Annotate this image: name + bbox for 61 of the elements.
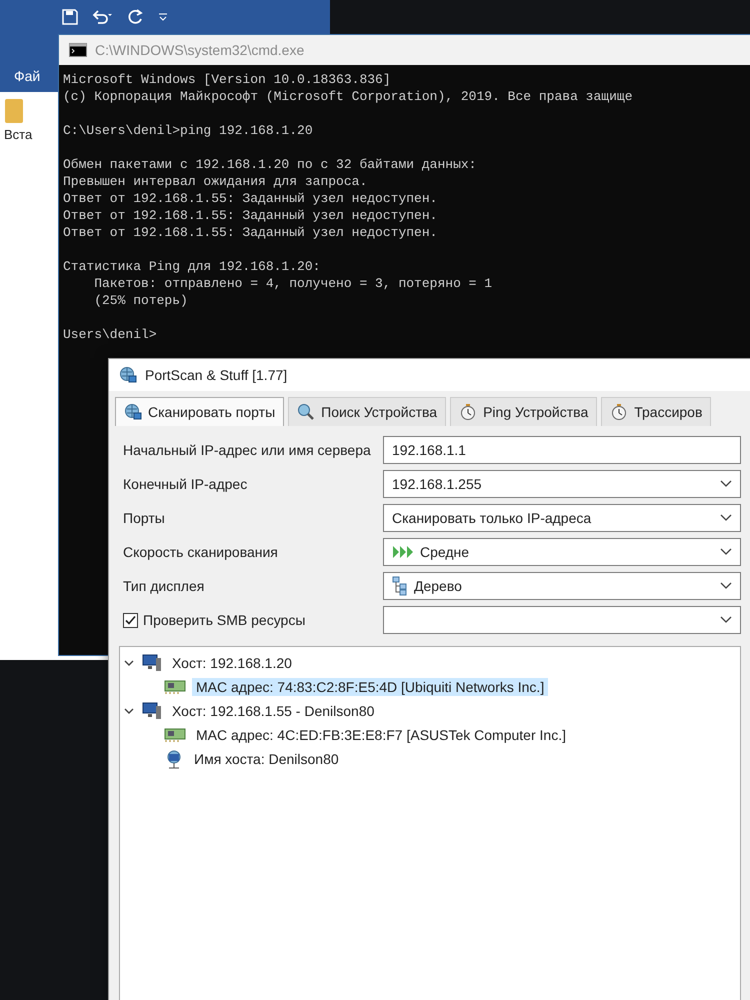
tree-view-icon (392, 576, 408, 596)
checkbox-label[interactable]: Проверить SMB ресурсы (143, 612, 306, 628)
window-title: PortScan & Stuff [1.77] (145, 367, 288, 383)
tree-item[interactable]: Хост: 192.168.1.20 (168, 654, 296, 672)
field-label: Скорость сканирования (123, 544, 279, 560)
network-card-icon (164, 680, 186, 694)
tab[interactable]: Трассиров (601, 397, 712, 426)
console-line: (25% потерь) (93, 292, 188, 309)
tab[interactable]: Сканировать порты (115, 397, 284, 426)
dropdown[interactable]: Сканировать только IP-адреса (383, 504, 741, 532)
console-line: (c) Корпорация Майкрософт (Microsoft Corporation), 2019. Все права защище (63, 88, 632, 105)
network-globe-icon (124, 403, 142, 421)
chevron-down-icon (720, 480, 732, 488)
expand-chevron-icon[interactable] (124, 658, 134, 668)
chevron-down-icon (720, 582, 732, 590)
console-line: Пакетов: отправлено = 4, получено = 3, потеряно = 1 (93, 275, 492, 292)
expand-chevron-icon[interactable] (124, 706, 134, 716)
tree-item[interactable]: Имя хоста: Denilson80 (190, 750, 343, 768)
console-line: Превышен интервал ожидания для запроса. (63, 173, 368, 190)
customize-icon[interactable] (158, 12, 168, 22)
paste-label[interactable]: Вста (4, 127, 32, 142)
chevron-down-icon (720, 616, 732, 624)
field-label: Порты (123, 510, 166, 526)
console-line: C:\Users\denil>ping 192.168.1.20 (63, 122, 313, 139)
input-field[interactable]: 192.168.1.1 (383, 436, 741, 464)
field-label: Тип дисплея (123, 578, 206, 594)
console-icon (69, 43, 87, 57)
tree-item[interactable]: Хост: 192.168.1.55 - Denilson80 (168, 702, 378, 720)
chevron-down-icon (720, 548, 732, 556)
console-line: Обмен пакетами с 192.168.1.20 по с 32 байтами данных: (63, 156, 476, 173)
computer-icon (142, 702, 162, 720)
network-globe-icon (119, 366, 137, 384)
ribbon-tab[interactable]: Фай (14, 68, 40, 84)
redo-icon[interactable] (128, 9, 144, 25)
dropdown[interactable] (383, 606, 741, 634)
console-line: Ответ от 192.168.1.55: Заданный узел недоступен. (63, 207, 438, 224)
checkbox[interactable] (123, 612, 138, 628)
chevron-down-icon (720, 514, 732, 522)
console-line: Microsoft Windows [Version 10.0.18363.836] (63, 71, 391, 88)
field-label: Начальный IP-адрес или имя сервера (123, 442, 372, 458)
save-icon[interactable] (62, 9, 78, 25)
tab[interactable]: Ping Устройства (450, 397, 598, 426)
dropdown[interactable]: Дерево (383, 572, 741, 600)
console-line: Статистика Ping для 192.168.1.20: (63, 258, 320, 275)
fast-forward-icon (392, 545, 414, 559)
dropdown[interactable]: Средне (383, 538, 741, 566)
stopwatch-icon (459, 403, 478, 421)
combo-box[interactable]: 192.168.1.255 (383, 470, 741, 498)
console-line: Ответ от 192.168.1.55: Заданный узел недоступен. (63, 224, 438, 241)
network-card-icon (164, 728, 186, 742)
stopwatch-icon (610, 403, 628, 421)
window-title: C:\WINDOWS\system32\cmd.exe (95, 42, 304, 58)
search-icon (297, 403, 316, 421)
console-line: Ответ от 192.168.1.55: Заданный узел недоступен. (63, 190, 438, 207)
console-line: Users\denil> (63, 326, 157, 343)
undo-icon[interactable] (92, 9, 114, 25)
computer-icon (142, 654, 162, 672)
tab[interactable]: Поиск Устройства (288, 397, 446, 426)
tree-item[interactable]: MAC адрес: 74:83:C2:8F:E5:4D [Ubiquiti Networks Inc.] (192, 678, 548, 696)
field-label: Конечный IP-адрес (123, 476, 248, 492)
tree-item[interactable]: MAC адрес: 4C:ED:FB:3E:E8:F7 [ASUSTek Computer Inc.] (192, 726, 570, 744)
